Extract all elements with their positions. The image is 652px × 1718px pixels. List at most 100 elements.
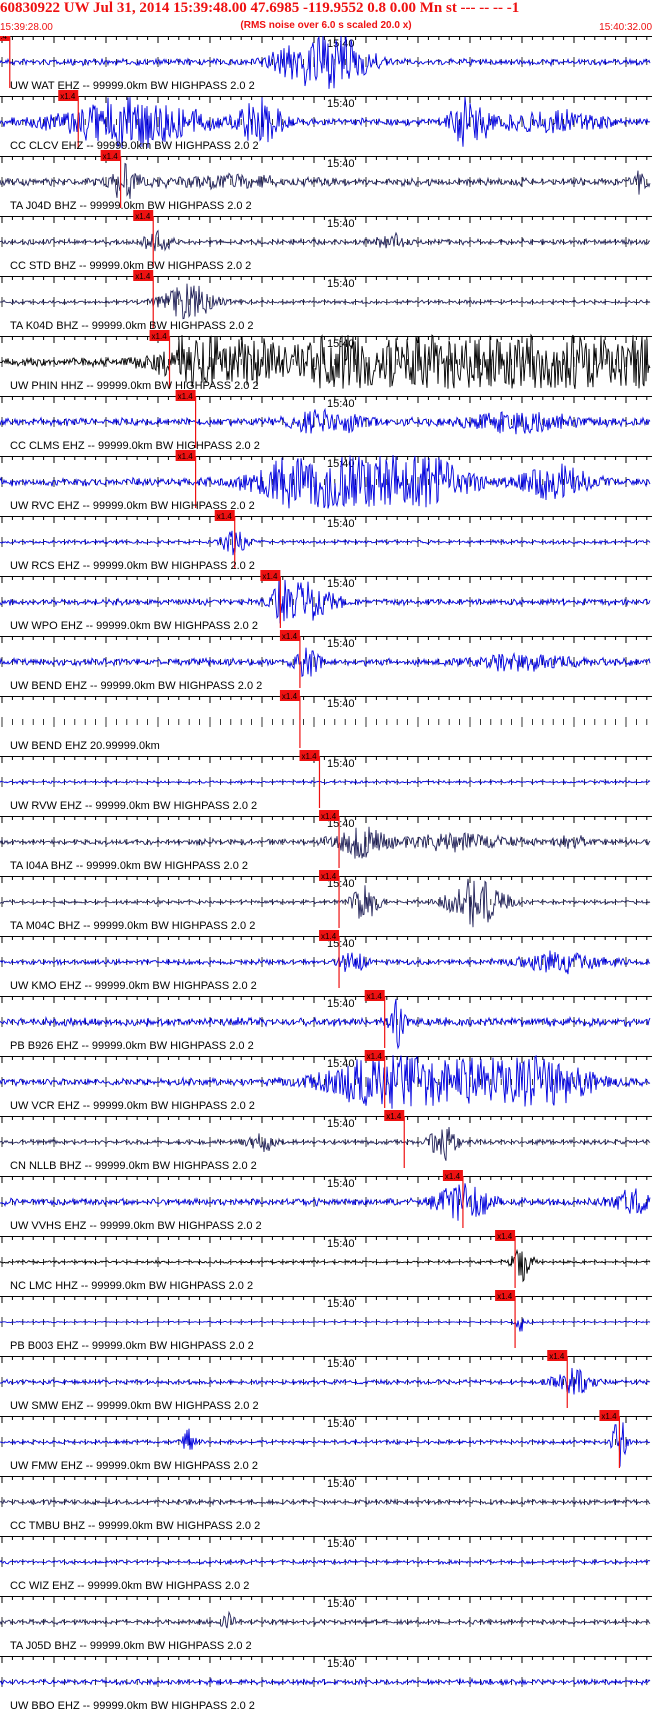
minute-label: 15:40 [327,1178,355,1190]
waveform [0,283,651,320]
waveform [0,1498,651,1506]
station-label: UW PHIN HHZ -- 99999.0km BW HIGHPASS 2.0… [10,380,259,392]
trace-row: 15:40 x1.4 UW RCS EHZ -- 99999.0km BW HIGH… [0,510,652,572]
minute-label: 15:40 [327,278,355,290]
minute-label: 15:40 [327,578,355,590]
station-label: UW BBO EHZ -- 99999.0km BW HIGHPASS 2.0 … [10,1700,255,1712]
waveform [0,229,651,252]
trace-row: 15:40 x1.4 CC CLCV EHZ -- 99999.0km BW HIG… [0,90,652,152]
station-label: CC WIZ EHZ -- 99999.0km BW HIGHPASS 2.0 … [10,1580,249,1592]
pick-label: x1.4 [178,452,194,461]
minute-label: 15:40 [327,698,355,710]
waveform [0,1126,651,1161]
pick-label: x1.4 [0,36,7,41]
station-label: CN NLLB BHZ -- 99999.0km BW HIGHPASS 2.0… [10,1160,257,1172]
waveform [0,826,651,859]
end-time: 15:40:32.00 [599,22,652,33]
minute-label: 15:40 [327,1358,355,1370]
trace-row: 15:40 x1.4 UW RVW EHZ -- 99999.0km BW HIGH… [0,750,652,812]
trace-row: 15:40x1.4UW WAT EHZ -- 99999.0km BW HIGH… [0,36,652,92]
waveform [0,1610,651,1629]
minute-label: 15:40 [327,1658,355,1670]
minute-label: 15:40 [327,1418,355,1430]
pick-label: x1.4 [386,1112,402,1121]
waveform [0,950,651,975]
trace-row: 15:40 x1.4 UW VCR EHZ -- 99999.0km BW HIGH… [0,1050,652,1112]
minute-label: 15:40 [327,1298,355,1310]
minute-label: 15:40 [327,98,355,110]
trace-row: 15:40x1.4UW KMO EHZ -- 99999.0km BW HIGH… [0,930,652,992]
pick-label: x1.4 [601,1412,617,1421]
pick-label: x1.4 [282,632,298,641]
waveform [0,1183,651,1221]
trace-row: 15:40 TA J05D BHZ -- 99999.0km BW HIGHPAS… [0,1596,652,1652]
station-label: UW BEND EHZ 20.99999.0km [10,740,160,752]
pick-label: x1.4 [367,992,383,1001]
waveform [0,1248,651,1283]
pick-label: x1.4 [152,332,168,341]
minute-label: 15:40 [327,158,355,170]
trace-row: 15:40x1.4TA I04A BHZ -- 99999.0km BW HIG… [0,810,652,872]
pick-label: x1.4 [445,1172,461,1181]
event-title: 60830922 UW Jul 31, 2014 15:39:48.00 47.… [0,0,520,16]
pick-label: x1.4 [321,932,337,941]
minute-label: 15:40 [327,218,355,230]
minute-label: 15:40 [327,1238,355,1250]
minute-label: 15:40 [327,1538,355,1550]
pick-label: x1.4 [321,872,337,881]
minute-label: 15:40 [327,1478,355,1490]
waveform [0,647,651,677]
minute-label: 15:40 [327,518,355,530]
pick-label: x1.4 [135,212,151,221]
trace-row: 15:40 CC WIZ EHZ -- 99999.0km BW HIGHPASS… [0,1536,652,1592]
station-label: UW RVW EHZ -- 99999.0km BW HIGHPASS 2.0 … [10,800,257,812]
pick-label: x1.4 [282,692,298,701]
trace-row: 15:40 x1.4 UW BEND EHZ 20.99999.0km [0,690,652,752]
pick-label: x1.4 [497,1292,513,1301]
station-label: CC CLMS EHZ -- 99999.0km BW HIGHPASS 2.0… [10,440,260,452]
trace-row: 15:40 x1.4 PB B926 EHZ -- 99999.0km BW HIG… [0,990,652,1052]
station-label: NC LMC HHZ -- 99999.0km BW HIGHPASS 2.0 … [10,1280,253,1292]
station-label: TA J05D BHZ -- 99999.0km BW HIGHPASS 2.0… [10,1640,252,1652]
station-label: UW SMW EHZ -- 99999.0km BW HIGHPASS 2.0 … [10,1400,259,1412]
trace-row: 15:40 x1.4 TA J04D BHZ -- 99999.0km BW HIG… [0,150,652,212]
station-label: PB B926 EHZ -- 99999.0km BW HIGHPASS 2.0… [10,1040,254,1052]
pick-label: x1.4 [103,152,119,161]
waveform [0,1558,651,1565]
station-label: UW VVHS EHZ -- 99999.0km BW HIGHPASS 2.0… [10,1220,262,1232]
trace-row: 15:40 x1.4 PB B003 EHZ -- 99999.0km BW HIG… [0,1290,652,1352]
trace-row: 15:40x1.4UW RVC EHZ -- 99999.0km BW HIGH… [0,450,652,512]
waveform [0,407,651,435]
minute-label: 15:40 [327,398,355,410]
trace-row: 15:40 x1.4 UW FMW EHZ -- 99999.0km BW HIGH… [0,1410,652,1472]
pick-label: x1.4 [549,1352,565,1361]
trace-row: 15:40 x1.4 UW SMW EHZ -- 99999.0km BW HIGH… [0,1350,652,1412]
trace-row: 15:40x1.4TA M04C BHZ -- 99999.0km BW HIG… [0,870,652,932]
pick-label: x1.4 [60,92,76,101]
trace-row: 15:40x1.4UW PHIN HHZ -- 99999.0km BW HIG… [0,330,652,392]
station-label: TA M04C BHZ -- 99999.0km BW HIGHPASS 2.0… [10,920,255,932]
station-label: TA I04A BHZ -- 99999.0km BW HIGHPASS 2.0… [10,860,248,872]
minute-label: 15:40 [327,998,355,1010]
station-label: UW RCS EHZ -- 99999.0km BW HIGHPASS 2.0 … [10,560,255,572]
waveform [0,1367,651,1395]
trace-row: 15:40 x1.4 UW WPO EHZ -- 99999.0km BW HIGH… [0,570,652,632]
minute-label: 15:40 [327,638,355,650]
pick-label: x1.4 [178,392,194,401]
minute-label: 15:40 [327,1598,355,1610]
trace-row: 15:40 x1.4 NC LMC HHZ -- 99999.0km BW HIGH… [0,1230,652,1292]
waveform [0,779,651,785]
station-label: CC TMBU BHZ -- 99999.0km BW HIGHPASS 2.0… [10,1520,260,1532]
pick-label: x1.4 [217,512,233,521]
pick-label: x1.4 [262,572,278,581]
trace-row: 15:40 CC TMBU BHZ -- 99999.0km BW HIGHPAS… [0,1476,652,1532]
station-label: CC STD BHZ -- 99999.0km BW HIGHPASS 2.0 … [10,260,251,272]
waveform [0,530,651,556]
trace-row: 15:40 x1.4 CN NLLB BHZ -- 99999.0km BW HIG… [0,1110,652,1172]
record-header: 60830922 UW Jul 31, 2014 15:39:48.00 47.… [0,0,652,36]
minute-label: 15:40 [327,1058,355,1070]
pick-label: x1.4 [135,272,151,281]
scale-note: (RMS noise over 6.0 s scaled 20.0 x) [240,20,412,31]
station-label: UW KMO EHZ -- 99999.0km BW HIGHPASS 2.0 … [10,980,257,992]
pick-label: x1.4 [497,1232,513,1241]
